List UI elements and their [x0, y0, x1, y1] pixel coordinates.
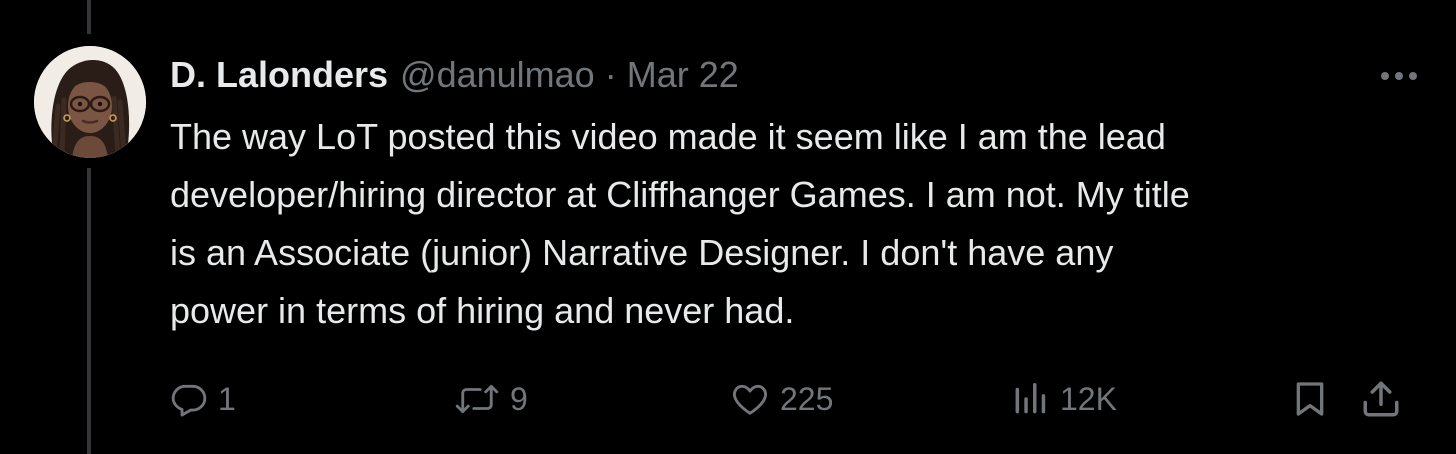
avatar[interactable] [34, 46, 146, 158]
share-button[interactable] [1360, 372, 1402, 426]
more-icon [1381, 72, 1417, 80]
display-name[interactable]: D. Lalonders [170, 52, 388, 98]
avatar-illustration-icon [34, 46, 146, 158]
views-count: 12K [1060, 380, 1117, 417]
tweet-text-line: The way LoT posted this video made it se… [170, 116, 1166, 157]
tweet-actions: 1 9 225 12K [170, 372, 1426, 426]
retweet-icon [455, 384, 499, 414]
thread-line-bottom [87, 168, 91, 454]
tweet-text-line: developer/hiring director at Cliffhanger… [170, 174, 1190, 215]
tweet-text-line: is an Associate (junior) Narrative Desig… [170, 232, 1114, 273]
views-icon [1015, 383, 1046, 414]
thread-line-top [87, 0, 91, 34]
bookmark-icon [1296, 382, 1324, 416]
tweet-text: The way LoT posted this video made it se… [170, 108, 1432, 340]
reply-count: 1 [218, 380, 236, 417]
bookmark-button[interactable] [1290, 372, 1330, 426]
reply-icon [171, 384, 207, 417]
user-handle[interactable]: @danulmao [400, 52, 595, 98]
share-icon [1363, 381, 1399, 417]
views-button[interactable]: 12K [1010, 372, 1117, 426]
more-button[interactable] [1374, 56, 1424, 96]
retweet-count: 9 [510, 380, 528, 417]
like-button[interactable]: 225 [730, 372, 833, 426]
retweet-button[interactable]: 9 [454, 372, 528, 426]
heart-icon [733, 384, 767, 415]
tweet-header: D. Lalonders @danulmao · Mar 22 [170, 52, 739, 98]
tweet-text-line: power in terms of hiring and never had. [170, 290, 795, 331]
separator-dot: · [604, 54, 617, 95]
like-count: 225 [780, 380, 834, 417]
reply-button[interactable]: 1 [170, 372, 236, 426]
tweet-date[interactable]: Mar 22 [627, 52, 739, 98]
